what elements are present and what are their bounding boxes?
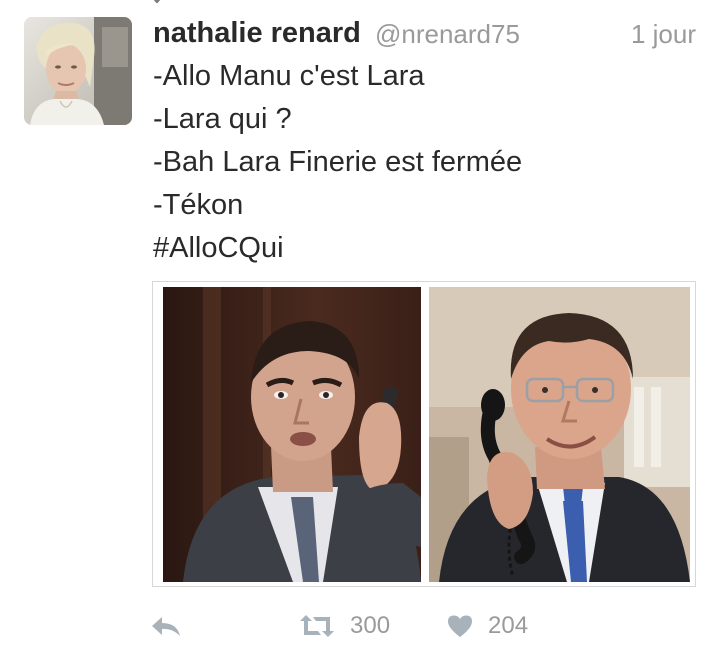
reply-icon — [152, 617, 180, 636]
media-photo-right[interactable] — [429, 287, 690, 582]
tweet-media[interactable] — [152, 281, 696, 587]
author-handle[interactable]: @nrenard75 — [375, 15, 520, 53]
tweet-text-line: -Allo Manu c'est Lara — [153, 60, 425, 92]
heart-icon — [448, 615, 472, 637]
like-button[interactable]: 204 — [446, 606, 528, 646]
tweet-actions: 300 204 — [150, 606, 695, 646]
chevron-down-icon[interactable] — [150, 0, 164, 4]
tweet-text-line: -Lara qui ? — [153, 103, 292, 135]
hashtag-link[interactable]: #AlloCQui — [153, 227, 698, 270]
retweet-icon — [300, 615, 334, 637]
reply-button[interactable] — [150, 606, 182, 646]
tweet-timestamp[interactable]: 1 jour — [631, 15, 696, 53]
tweet-text-line: -Bah Lara Finerie est fermée — [153, 146, 523, 178]
tweet-text: -Allo Manu c'est Lara -Lara qui ? -Bah L… — [153, 55, 698, 270]
tweet-text-line: -Tékon — [153, 189, 244, 221]
retweet-button[interactable]: 300 — [298, 606, 390, 646]
tweet[interactable]: nathalie renard @nrenard75 1 jour -Allo … — [0, 0, 720, 657]
avatar[interactable] — [24, 17, 132, 125]
like-count: 204 — [488, 612, 529, 639]
tweet-header: nathalie renard @nrenard75 1 jour — [153, 14, 698, 54]
avatar-image — [24, 17, 132, 125]
media-photo-left[interactable] — [163, 287, 421, 582]
retweet-count: 300 — [350, 612, 391, 639]
author-display-name[interactable]: nathalie renard — [153, 14, 361, 52]
